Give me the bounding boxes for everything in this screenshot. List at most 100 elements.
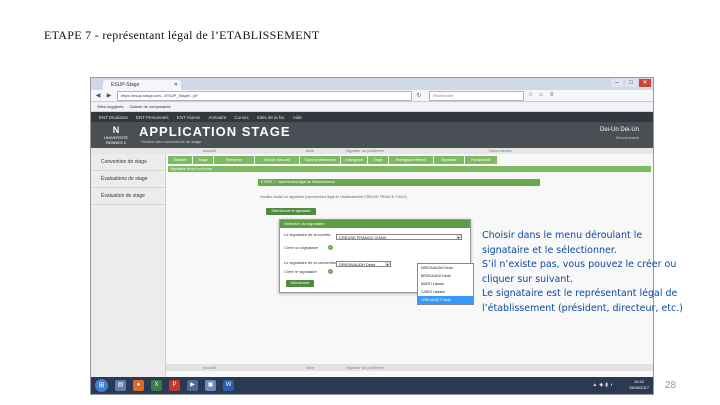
logo-mark: N (112, 125, 120, 135)
app-title: APPLICATION STAGE (139, 124, 291, 139)
callout-line: S’il n’existe pas, vous pouvez le créer … (482, 259, 677, 271)
tab-etudiant[interactable]: Étudiant (168, 156, 192, 164)
add-icon[interactable]: + (328, 269, 333, 274)
tab-enseignant-referent[interactable]: Enseignant référent (389, 156, 433, 164)
chevron-down-icon[interactable]: ▾ (456, 235, 461, 239)
word-icon[interactable]: W (223, 380, 234, 391)
star-icon[interactable]: ☆ (528, 92, 535, 99)
browser-search-input[interactable]: Rechercher (429, 90, 524, 101)
company-select-value: CREUSE FRANCE CHAIX (339, 235, 387, 240)
callout-line: Le signataire est le représentant légal … (482, 288, 678, 300)
dropdown-option[interactable]: CARDI Lissane (418, 288, 473, 296)
ent-link[interactable]: ENT Alumni (177, 115, 201, 120)
footer-report-link[interactable]: Signaler un problème (346, 364, 384, 371)
callout-line: Choisir dans le menu déroulant le (482, 230, 643, 241)
ent-link[interactable]: ENT Etudiants (99, 115, 128, 120)
browser-tab-strip: ESUP-Stage ✕ – □ ✕ (91, 78, 653, 90)
firefox-icon[interactable]: ● (133, 380, 144, 391)
footer-home-link[interactable]: Accueil (203, 364, 216, 371)
bookmark-suggested[interactable]: Sites suggérés (97, 104, 123, 109)
close-window-icon[interactable]: ✕ (639, 79, 651, 87)
ent-link[interactable]: Annuaire (208, 115, 226, 120)
sidebar: Convention de stage Évaluations de stage… (91, 154, 166, 380)
callout-line: cliquer sur suivant. (482, 273, 574, 285)
ent-link[interactable]: Aide (293, 115, 302, 120)
tab-stage[interactable]: Stage (193, 156, 213, 164)
chevron-down-icon[interactable]: ▾ (385, 262, 390, 266)
back-icon[interactable]: ◀ (94, 92, 102, 100)
ent-nav-bar: ENT Etudiants ENT Personnels ENT Alumni … (91, 112, 653, 122)
footer-bar: Accueil Aide Signaler un problème (166, 364, 653, 371)
sidebar-item-evaluation[interactable]: Évaluation de stage (91, 188, 165, 205)
browser-tab-title: ESUP-Stage (111, 82, 140, 88)
instruction-callout: Choisir dans le menu déroulant le signat… (482, 229, 712, 317)
window-controls: – □ ✕ (611, 79, 651, 87)
signatory-dropdown-list: DREGNAUDH Dede BRISSAUDH Dede MARTI Lisi… (417, 263, 474, 305)
maximize-icon[interactable]: □ (625, 79, 637, 87)
minimize-icon[interactable]: – (611, 79, 623, 87)
tab-enseignant[interactable]: Enseignant (341, 156, 367, 164)
taskbar-clock[interactable]: 10:42 15/06/2017 (629, 379, 649, 391)
status-logout-link[interactable]: Déconnexion (489, 148, 512, 153)
signatory-select-value: DREGNAUDH Dede (339, 262, 376, 267)
tab-recapitulatif[interactable]: Récapitulatif (465, 156, 497, 164)
tab-tuteur[interactable]: Tuteur professionnel (300, 156, 340, 164)
system-tray-icons[interactable]: ▲◆▮◖ (592, 382, 615, 388)
status-report-link[interactable]: Signaler un problème (346, 148, 384, 153)
dialog-row1-label: Le signataire de la société (284, 232, 331, 237)
address-bar-row: ◀ ▶ https://esup-stage.univ.../ESUP_Stag… (91, 90, 653, 102)
excel-icon[interactable]: X (151, 380, 162, 391)
add-icon[interactable]: + (328, 245, 333, 250)
callout-line: l’établissement (président, directeur, e… (482, 302, 683, 314)
callout-line: signataire et le sélectionner. (482, 244, 617, 256)
dropdown-option[interactable]: DREGNAUDH Dede (418, 264, 473, 272)
tab-service-accueil[interactable]: Service d'accueil (255, 156, 299, 164)
dropdown-option-selected[interactable]: CREDAUDIT Dede (418, 296, 473, 304)
app-subtitle: Gestion des conventions de stage (141, 139, 202, 144)
forward-icon[interactable]: ▶ (105, 92, 113, 100)
bookmark-gallery[interactable]: Galerie de composants (129, 104, 170, 109)
ent-link[interactable]: Sites de la fac (257, 115, 285, 120)
folder-icon[interactable]: ▣ (205, 380, 216, 391)
validate-button[interactable]: Sélectionner (286, 280, 314, 287)
logout-link[interactable]: Déconnexion (616, 135, 639, 140)
company-select[interactable]: CREUSE FRANCE CHAIX ▾ (336, 234, 462, 240)
tab-entreprise[interactable]: Entreprise (214, 156, 254, 164)
dropdown-option[interactable]: MARTI Lisiane (418, 280, 473, 288)
section-strip: Signataire choisi ou à créer (168, 166, 651, 172)
browser-tab[interactable]: ESUP-Stage ✕ (103, 80, 181, 90)
powerpoint-icon[interactable]: P (169, 380, 180, 391)
sidebar-item-convention[interactable]: Convention de stage (91, 154, 165, 171)
dialog-title: Sélection du signataire (280, 220, 470, 228)
sidebar-item-evaluations[interactable]: Évaluations de stage (91, 171, 165, 188)
step-tabs: Étudiant Stage Entreprise Service d'accu… (168, 156, 653, 164)
dialog-row2-label: Créer un signataire (284, 245, 319, 250)
select-signatory-button[interactable]: Sélectionner le signataire (266, 208, 316, 215)
reload-icon[interactable]: ↻ (415, 92, 423, 100)
app-header: N UNIVERSITÉ RENNES 2 APPLICATION STAGE … (91, 122, 653, 148)
tab-stage-2[interactable]: Stage (368, 156, 388, 164)
user-name: Dei-Un Dei-Un (599, 127, 639, 133)
menu-icon[interactable]: ≡ (550, 92, 557, 99)
page-number: 28 (665, 380, 677, 391)
info-text: Veuillez choisir un signataire (représen… (260, 195, 407, 199)
slide-title: ETAPE 7 - représentant légal de l’ETABLI… (44, 28, 320, 42)
ent-link[interactable]: Cursus (234, 115, 248, 120)
start-icon[interactable]: ⊞ (95, 379, 108, 392)
status-home-link[interactable]: Accueil (203, 148, 216, 153)
ent-link[interactable]: ENT Personnels (136, 115, 169, 120)
dropdown-option[interactable]: BRISSAUDH Dede (418, 272, 473, 280)
media-icon[interactable]: ▶ (187, 380, 198, 391)
section-strip-label: Signataire choisi ou à créer (170, 167, 213, 171)
bookmarks-bar: Sites suggérés Galerie de composants (91, 102, 653, 112)
footer-help-link[interactable]: Aide (306, 364, 314, 371)
url-input[interactable]: https://esup-stage.univ.../ESUP_Stage/..… (117, 90, 412, 101)
windows-taskbar: ⊞ ▤ ● X P ▶ ▣ W ▲◆▮◖ 10:42 15/06/2017 (91, 377, 653, 394)
explorer-icon[interactable]: ▤ (115, 380, 126, 391)
signatory-select[interactable]: DREGNAUDH Dede ▾ (336, 261, 391, 267)
step-title-bar: ÉTAPE 7 : représentant légal de l'établi… (258, 179, 540, 186)
tab-signataire[interactable]: Signataire (434, 156, 464, 164)
status-help-link[interactable]: Aide (306, 148, 314, 153)
home-icon[interactable]: ⌂ (539, 92, 546, 99)
close-tab-icon[interactable]: ✕ (174, 80, 178, 90)
